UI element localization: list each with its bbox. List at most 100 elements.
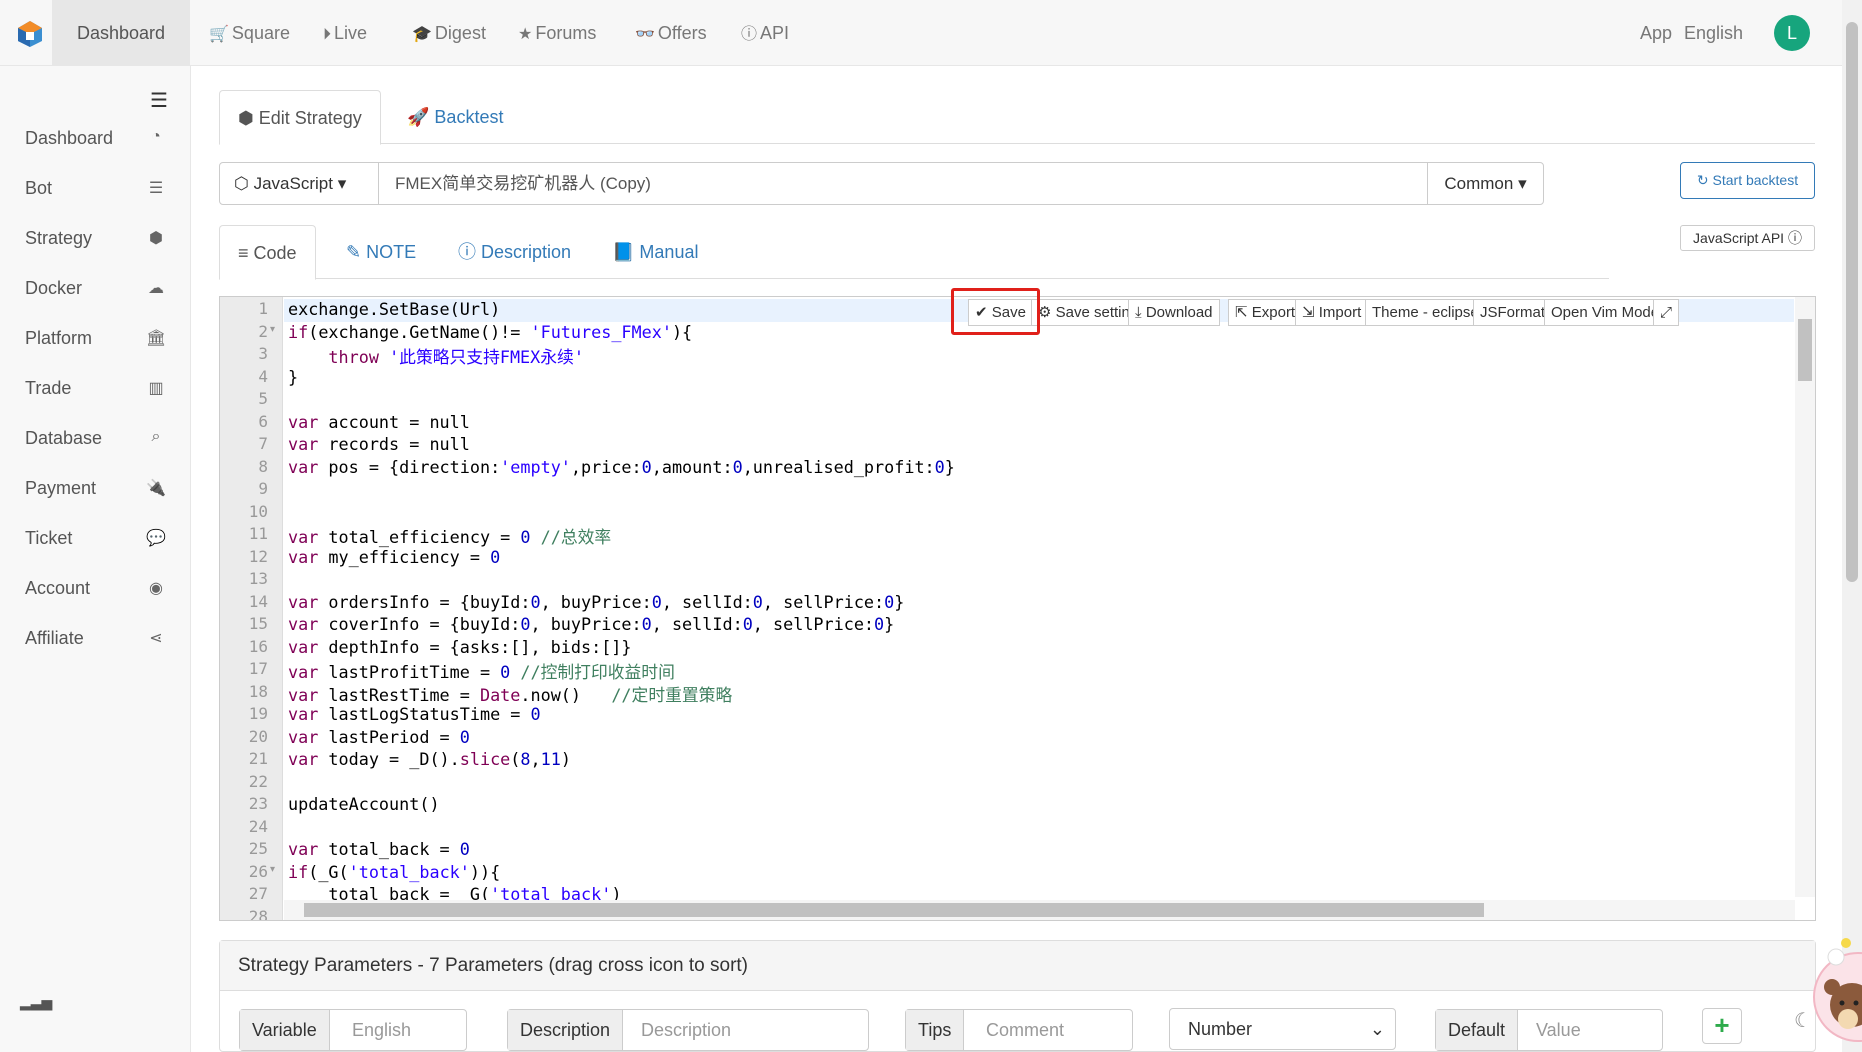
- sidebar-item-docker[interactable]: Docker ☁: [0, 264, 191, 314]
- download-icon: ⤓: [1135, 304, 1146, 321]
- info-circle-icon: ⓘ: [741, 26, 758, 43]
- caret-down-icon: ▾: [337, 174, 347, 193]
- tab-code[interactable]: ≡ Code: [219, 225, 316, 280]
- editor-horizontal-scrollbar[interactable]: [284, 900, 1795, 920]
- code-line: throw '此策略只支持FMEX永续': [328, 347, 584, 367]
- info-circle-icon: ⓘ: [458, 242, 482, 262]
- line-number: 4: [258, 366, 268, 386]
- line-number: 14: [248, 591, 268, 611]
- editor-vertical-scrollbar[interactable]: [1795, 297, 1815, 897]
- add-parameter-button[interactable]: +: [1702, 1008, 1742, 1044]
- share-icon: ⋖: [149, 630, 163, 647]
- line-number: 11: [248, 524, 268, 543]
- theme-button[interactable]: Theme - eclipse: [1365, 299, 1486, 326]
- type-select[interactable]: Number ⌄: [1169, 1008, 1396, 1050]
- variable-input-group[interactable]: Variable English: [239, 1009, 467, 1051]
- sidebar-item-strategy[interactable]: Strategy ⬢: [0, 214, 191, 264]
- nav-forums[interactable]: ★ Forums: [518, 0, 596, 66]
- cubes-icon: ⬢: [238, 108, 259, 128]
- javascript-api-button[interactable]: JavaScript API ⓘ: [1680, 225, 1815, 251]
- nav-square[interactable]: 🛒 Square: [209, 0, 290, 66]
- tab-description[interactable]: ⓘ Description: [440, 225, 589, 279]
- code-line: var ordersInfo = {buyId:0, buyPrice:0, s…: [288, 591, 905, 612]
- line-number: 13: [248, 569, 268, 588]
- code-line: var records = null: [288, 434, 470, 454]
- line-number: 2: [258, 321, 268, 341]
- tab-backtest[interactable]: 🚀 Backtest: [389, 90, 521, 144]
- code-line: var today = _D().slice(8,11): [288, 749, 571, 769]
- line-number: 27: [248, 884, 268, 903]
- glasses-icon: 👓: [635, 26, 655, 43]
- start-backtest-button[interactable]: ↻ Start backtest: [1680, 162, 1815, 199]
- download-button[interactable]: ⤓ Download: [1128, 299, 1220, 326]
- mascot-bear-icon[interactable]: [1810, 935, 1862, 1052]
- nav-live[interactable]: ⏵ Live: [323, 0, 367, 66]
- book-icon: 📘: [612, 242, 640, 262]
- page-scrollbar[interactable]: [1842, 0, 1862, 1052]
- sidebar-item-account[interactable]: Account ◉: [0, 564, 191, 614]
- line-number: 21: [248, 749, 268, 768]
- nav-offers[interactable]: 👓 Offers: [635, 0, 707, 66]
- import-button[interactable]: ⇲ Import: [1295, 299, 1369, 326]
- code-line: var lastRestTime = Date.now() //定时重置策略: [288, 684, 733, 705]
- nav-language[interactable]: English: [1684, 0, 1743, 66]
- params-header: Strategy Parameters - 7 Parameters (drag…: [220, 941, 1815, 991]
- line-number: 19: [248, 704, 268, 723]
- star-icon: ★: [518, 26, 533, 43]
- code-line: if(exchange.GetName()!= 'Futures_FMex'){: [288, 321, 693, 342]
- tab-manual[interactable]: 📘 Manual: [594, 225, 716, 279]
- default-input-group[interactable]: Default Value: [1435, 1009, 1663, 1051]
- sidebar-item-ticket[interactable]: Ticket 💬: [0, 514, 191, 564]
- sidebar-item-platform[interactable]: Platform 🏛: [0, 314, 191, 364]
- line-number: 12: [248, 546, 268, 566]
- code-editor[interactable]: 1 2 ▾ 3 4 5 6 7 8 9 10 11 12 13 14 15 16…: [219, 296, 1816, 921]
- user-avatar[interactable]: L: [1774, 15, 1810, 51]
- sidebar-item-trade[interactable]: Trade ▥: [0, 364, 191, 414]
- fold-arrow-icon[interactable]: ▾: [270, 324, 275, 335]
- signal-icon: ▂▃▅: [20, 994, 53, 1010]
- bank-icon: 🏛: [146, 330, 167, 347]
- sidebar-item-bot[interactable]: Bot ☰: [0, 164, 191, 214]
- sidebar-item-database[interactable]: Database ⌕: [0, 414, 191, 464]
- description-input-group[interactable]: Description Description: [507, 1009, 869, 1051]
- code-icon: ⬡: [234, 174, 254, 193]
- category-dropdown[interactable]: Common ▾: [1427, 162, 1544, 205]
- page-scrollbar-thumb[interactable]: [1846, 22, 1858, 582]
- code-line: var account = null: [288, 411, 470, 432]
- line-number: 8: [258, 456, 268, 476]
- tips-input-group[interactable]: Tips Comment: [905, 1009, 1133, 1051]
- hamburger-menu-icon[interactable]: ☰: [150, 88, 168, 113]
- strategy-name-input[interactable]: FMEX简单交易挖矿机器人 (Copy): [378, 162, 1428, 205]
- editor-scroll-thumb[interactable]: [1798, 319, 1812, 381]
- nav-dashboard[interactable]: Dashboard: [52, 0, 190, 66]
- nav-app[interactable]: App: [1640, 0, 1672, 66]
- editor-hscroll-thumb[interactable]: [304, 903, 1484, 917]
- code-line: var total_efficiency = 0 //总效率: [288, 527, 612, 547]
- tab-edit-strategy[interactable]: ⬢ Edit Strategy: [219, 90, 381, 145]
- line-number: 10: [248, 501, 268, 521]
- nav-digest[interactable]: 🎓 Digest: [412, 0, 486, 66]
- line-number: 7: [258, 434, 268, 453]
- graduation-cap-icon: 🎓: [412, 26, 432, 43]
- logo-icon[interactable]: [16, 20, 44, 48]
- sidebar-item-dashboard[interactable]: Dashboard ◔: [0, 114, 191, 164]
- sidebar-item-affiliate[interactable]: Affiliate ⋖: [0, 614, 191, 664]
- top-navbar: Dashboard 🛒 Square ⏵ Live 🎓 Digest ★ Forums …: [0, 0, 1862, 66]
- code-line: var lastPeriod = 0: [288, 726, 470, 747]
- jsformat-button[interactable]: JSFormat: [1473, 299, 1553, 326]
- code-line: var total_back = 0: [288, 839, 470, 859]
- sidebar: ☰ Dashboard ◔ Bot ☰ Strategy ⬢ Docker ☁ …: [0, 66, 191, 1052]
- export-button[interactable]: ⇱ Export: [1228, 299, 1303, 326]
- align-left-icon: ≡: [238, 243, 254, 263]
- rocket-icon: 🚀: [407, 107, 435, 127]
- language-dropdown[interactable]: ⬡ JavaScript ▾: [219, 162, 379, 205]
- sidebar-item-payment[interactable]: Payment 🔌: [0, 464, 191, 514]
- vim-mode-button[interactable]: Open Vim Mode: [1544, 299, 1667, 326]
- tab-note[interactable]: ✎ NOTE: [328, 225, 434, 279]
- import-icon: ⇲: [1302, 304, 1319, 321]
- nav-api[interactable]: ⓘ API: [741, 0, 789, 66]
- fold-arrow-icon[interactable]: ▾: [270, 864, 275, 875]
- fullscreen-icon[interactable]: ⤢: [1653, 299, 1680, 326]
- comments-icon: 💬: [146, 530, 166, 547]
- gear-icon: ⚙: [1038, 304, 1056, 321]
